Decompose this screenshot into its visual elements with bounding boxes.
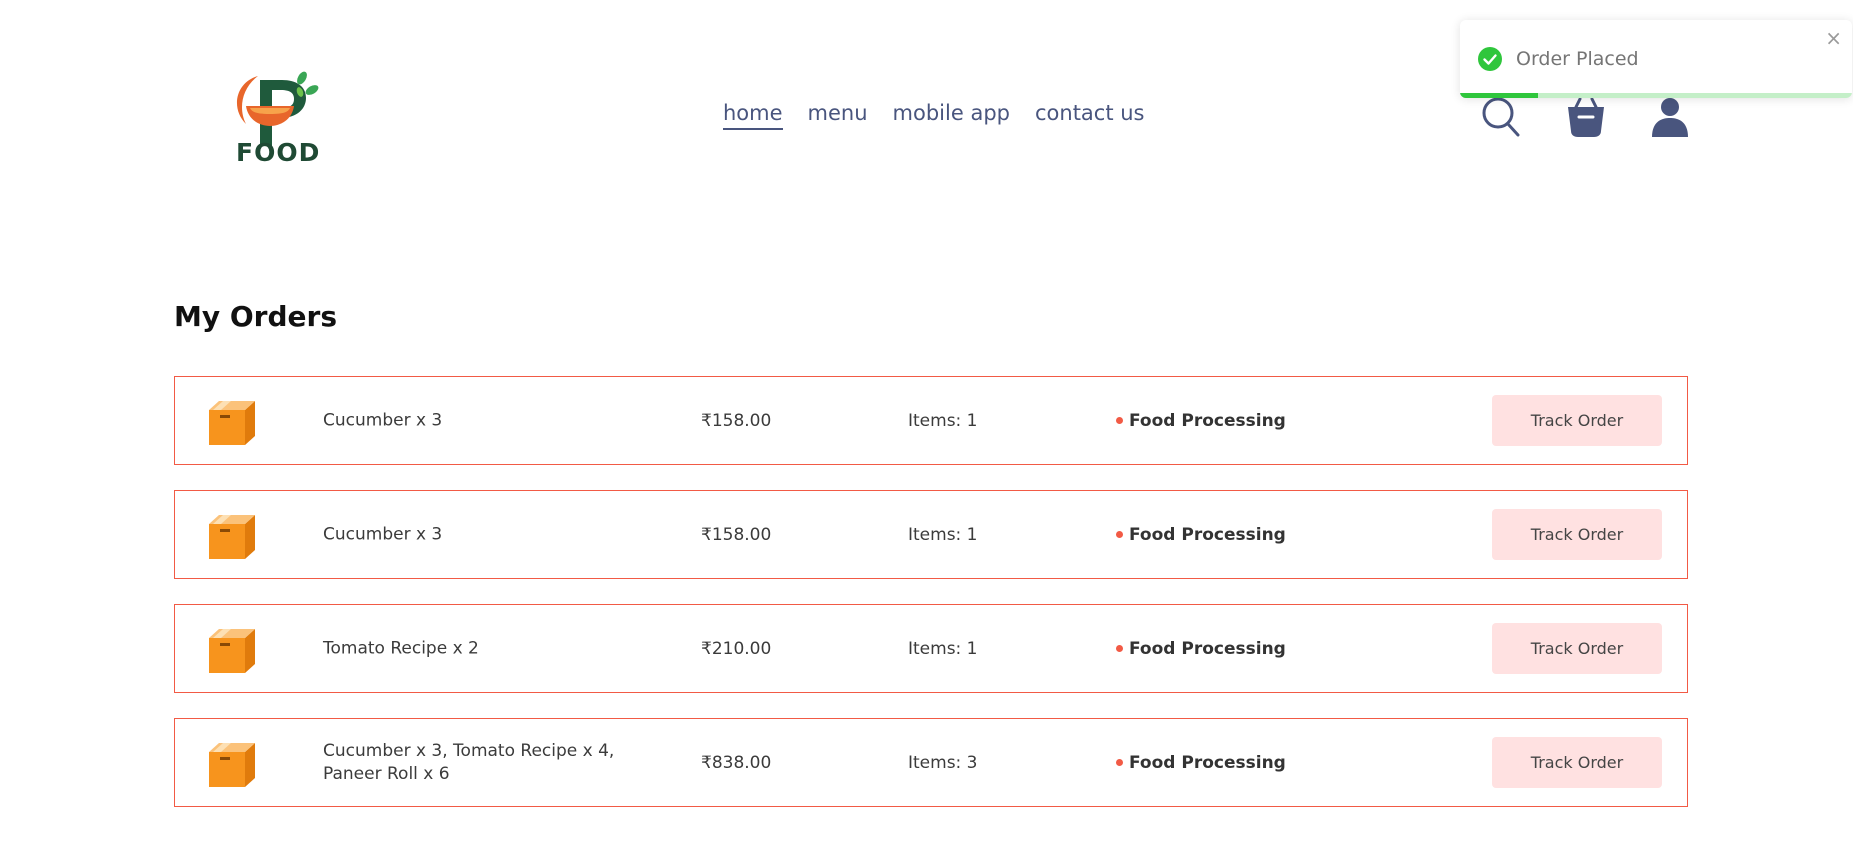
page-title: My Orders <box>174 300 337 333</box>
toast-notification: Order Placed × <box>1460 20 1852 98</box>
order-items-text: Cucumber x 3 <box>323 524 443 544</box>
toast-message: Order Placed <box>1516 48 1639 70</box>
order-amount: ₹210.00 <box>701 638 772 659</box>
order-amount: ₹158.00 <box>701 410 772 431</box>
orders-list: Cucumber x 3 ₹158.00 Items: 1 Food Proce… <box>174 376 1688 807</box>
nav-actions <box>1480 95 1690 139</box>
parcel-icon <box>207 510 257 560</box>
track-order-button[interactable]: Track Order <box>1492 395 1662 446</box>
order-items-text: Tomato Recipe x 2 <box>323 638 479 658</box>
nav-item-menu[interactable]: menu <box>808 101 868 130</box>
order-status-label: Food Processing <box>1129 638 1286 659</box>
order-row: Cucumber x 3 ₹158.00 Items: 1 Food Proce… <box>174 490 1688 579</box>
order-amount: ₹838.00 <box>701 752 772 773</box>
track-order-button[interactable]: Track Order <box>1492 623 1662 674</box>
order-status-label: Food Processing <box>1129 752 1286 773</box>
order-status-label: Food Processing <box>1129 410 1286 431</box>
order-status: Food Processing <box>1116 639 1286 659</box>
toast-progress-bar <box>1460 93 1539 98</box>
status-dot-icon <box>1116 531 1123 538</box>
order-status-label: Food Processing <box>1129 524 1286 545</box>
parcel-icon <box>207 624 257 674</box>
basket-icon[interactable] <box>1564 95 1608 139</box>
brand-name: FOOD <box>236 138 321 167</box>
order-item-count: Items: 3 <box>908 752 978 773</box>
parcel-icon <box>207 738 257 788</box>
order-row: Tomato Recipe x 2 ₹210.00 Items: 1 Food … <box>174 604 1688 693</box>
status-dot-icon <box>1116 645 1123 652</box>
track-order-button[interactable]: Track Order <box>1492 509 1662 560</box>
order-item-count: Items: 1 <box>908 638 978 659</box>
order-item-count: Items: 1 <box>908 410 978 431</box>
order-status: Food Processing <box>1116 525 1286 545</box>
nav-item-contact-us[interactable]: contact us <box>1035 101 1145 130</box>
profile-icon[interactable] <box>1648 95 1692 139</box>
order-status: Food Processing <box>1116 411 1286 431</box>
check-circle-icon <box>1478 47 1502 71</box>
order-items-text: Cucumber x 3, Tomato Recipe x 4, Paneer … <box>323 740 615 784</box>
my-orders-section: My Orders Cucumber x 3 ₹158.00 Items: 1 … <box>174 300 1688 807</box>
nav-item-home[interactable]: home <box>723 101 783 130</box>
order-row: Cucumber x 3, Tomato Recipe x 4, Paneer … <box>174 718 1688 807</box>
order-item-count: Items: 1 <box>908 524 978 545</box>
order-row: Cucumber x 3 ₹158.00 Items: 1 Food Proce… <box>174 376 1688 465</box>
logo-icon <box>236 71 319 146</box>
status-dot-icon <box>1116 759 1123 766</box>
order-status: Food Processing <box>1116 753 1286 773</box>
toast-progress-track <box>1460 93 1852 98</box>
nav-item-mobile-app[interactable]: mobile app <box>893 101 1010 130</box>
parcel-icon <box>207 396 257 446</box>
nav-menu: home menu mobile app contact us <box>723 101 1145 130</box>
order-amount: ₹158.00 <box>701 524 772 545</box>
search-icon[interactable] <box>1480 95 1524 139</box>
close-icon[interactable]: × <box>1825 28 1842 48</box>
status-dot-icon <box>1116 417 1123 424</box>
order-items-text: Cucumber x 3 <box>323 410 443 430</box>
track-order-button[interactable]: Track Order <box>1492 737 1662 788</box>
